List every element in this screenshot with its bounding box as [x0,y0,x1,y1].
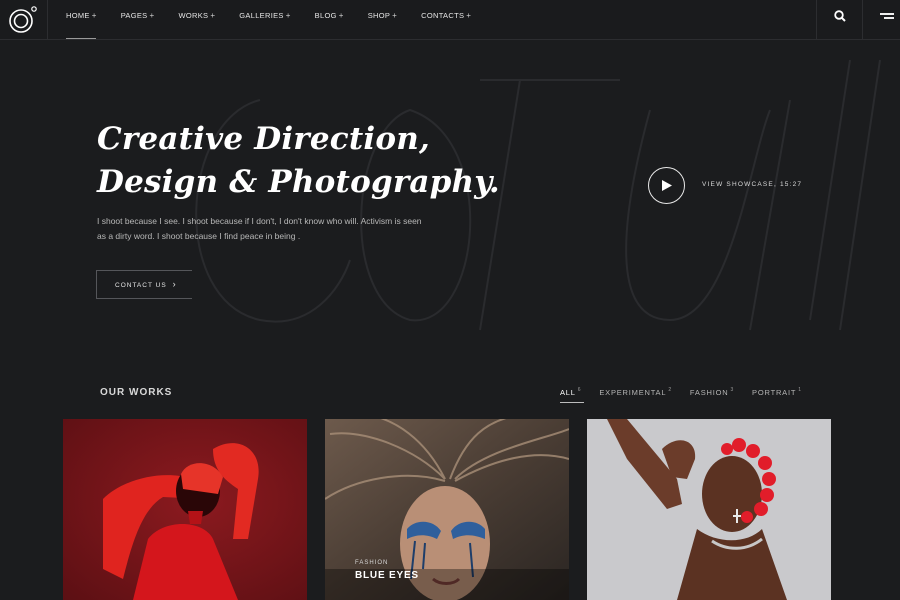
plus-icon: + [210,11,216,20]
work-card-caption: FASHION BLUE EYES [355,560,419,581]
our-works-heading: OUR WORKS [100,387,173,398]
logo[interactable] [0,0,48,40]
filter-fashion[interactable]: FASHION 3 [690,387,734,397]
works-filter-bar: ALL 6 EXPERIMENTAL 2 FASHION 3 PORTRAIT 1 [560,387,820,403]
plus-icon: + [285,11,291,20]
work-card[interactable] [63,419,307,600]
plus-icon: + [91,11,97,20]
play-video-button[interactable] [648,167,685,204]
work-card-category: FASHION [355,560,389,566]
hero-heading-line-2: Design & Photography. [97,164,500,200]
hero-heading: Creative Direction, Design & Photography… [97,118,500,204]
hamburger-icon [880,13,894,15]
work-image-red-hair-portrait [587,419,831,600]
plus-icon: + [338,11,344,20]
hamburger-icon [884,17,894,19]
filter-all[interactable]: ALL 6 [560,387,585,403]
filter-portrait[interactable]: PORTRAIT 1 [752,387,802,397]
view-showcase-link[interactable]: VIEW SHOWCASE, 15:27 [702,181,802,188]
plus-icon: + [466,11,472,20]
hero-heading-line-1: Creative Direction, [97,121,430,157]
nav-item-home[interactable]: HOME + [66,0,97,40]
filter-experimental[interactable]: EXPERIMENTAL 2 [599,387,672,397]
active-nav-indicator [66,38,96,39]
circle-logo-icon [9,6,37,33]
plus-icon: + [392,11,398,20]
work-image-red-portrait [63,419,307,600]
work-card[interactable]: FASHION BLUE EYES [325,419,569,600]
work-card[interactable] [587,419,831,600]
plus-icon: + [149,11,155,20]
contact-us-button[interactable]: CONTACT US › [96,270,192,299]
hero-description: I shoot because I see. I shoot because i… [97,216,422,241]
chevron-right-icon: › [172,279,177,289]
work-card-title: BLUE EYES [355,570,419,581]
play-icon [662,180,672,191]
